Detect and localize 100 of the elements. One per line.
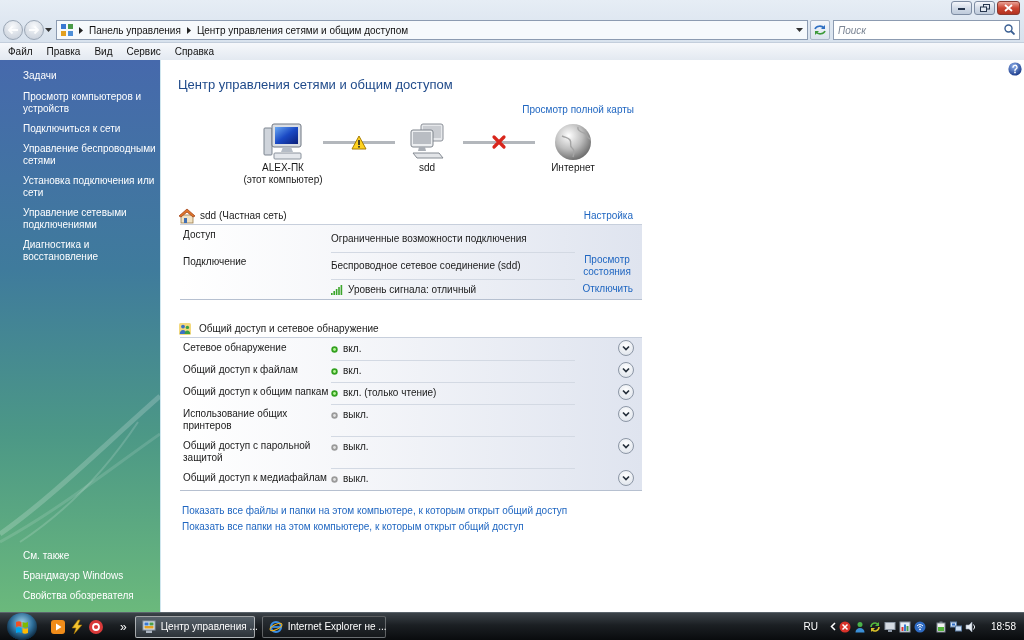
network-name: sdd (Частная сеть) (200, 210, 287, 222)
address-field[interactable]: Панель управления Центр управления сетями и общим доступом (56, 20, 808, 40)
tiles-icon (60, 23, 74, 37)
setting-label: Сетевое обнаружение (183, 342, 287, 353)
taskbar-button[interactable]: Центр управления ... (134, 615, 255, 638)
network-icon[interactable] (949, 620, 962, 633)
warning-icon (351, 135, 367, 150)
speaker-icon[interactable] (964, 620, 977, 633)
node-name: sdd (418, 162, 436, 174)
home-icon (178, 208, 196, 224)
clock[interactable]: 18:58 (990, 621, 1016, 632)
setting-status: выкл. (343, 409, 369, 421)
minimize-button[interactable] (951, 1, 972, 15)
expand-button[interactable] (618, 384, 634, 400)
chevron-left-icon[interactable] (829, 622, 836, 631)
row-label: Подключение (183, 256, 247, 267)
sidebar-heading: См. также (23, 550, 71, 562)
chart-icon[interactable] (898, 620, 911, 633)
refresh-icon (813, 24, 827, 36)
expand-button[interactable] (618, 362, 634, 378)
battery-icon[interactable] (934, 620, 947, 633)
row-value: Уровень сигнала: отличный (348, 283, 477, 296)
caret-icon[interactable] (796, 28, 803, 32)
setting-label: Общий доступ к файлам (183, 364, 298, 375)
sidebar-link[interactable]: Диагностика и восстановление (23, 239, 156, 263)
sidebar-link[interactable]: Установка подключения или сети (23, 175, 156, 199)
setting-label: Общий доступ к медиафайлам (183, 472, 327, 483)
menu-item[interactable]: Вид (87, 43, 120, 60)
language-indicator[interactable]: RU (803, 621, 818, 632)
user-icon[interactable] (853, 620, 866, 633)
chevron-down-icon (622, 411, 630, 417)
chevron-down-icon (622, 475, 630, 481)
section-title: Общий доступ и сетевое обнаружение (199, 323, 379, 335)
sidebar-heading: Задачи (23, 70, 58, 82)
setting-status: выкл. (343, 473, 369, 485)
menu-item[interactable]: Правка (39, 43, 88, 60)
row-value: Беспроводное сетевое соединение (sdd) (331, 260, 521, 272)
expand-button[interactable] (618, 438, 634, 454)
breadcrumb-separator-icon (186, 26, 191, 34)
row-value: Ограниченные возможности подключения (331, 233, 527, 245)
node-name: ALEX-ПК (262, 162, 304, 174)
setting-label: Общий доступ к общим папкам (183, 386, 329, 397)
sync-icon[interactable] (868, 620, 881, 633)
caret-icon[interactable] (45, 28, 52, 32)
play-icon[interactable] (50, 618, 66, 635)
full-map-link[interactable]: Просмотр полной карты (522, 104, 634, 116)
signal-icon (331, 284, 343, 295)
sidebar-link[interactable]: Управление беспроводными сетями (23, 143, 156, 167)
breadcrumb[interactable]: Центр управления сетями и общим доступом (195, 24, 410, 36)
row-label: Доступ (183, 229, 216, 240)
globe-icon (554, 123, 592, 161)
arrow-right-icon (28, 25, 40, 35)
expand-button[interactable] (618, 340, 634, 356)
start-button[interactable] (7, 612, 37, 640)
sidebar-link[interactable]: Управление сетевыми подключениями (23, 207, 156, 231)
menu-item[interactable]: Справка (167, 43, 221, 60)
chevron-down-icon (622, 367, 630, 373)
close-button[interactable] (997, 1, 1020, 15)
setting-label: Общий доступ с парольной защитой (183, 440, 311, 463)
taskbar-button[interactable]: Internet Explorer не ... (261, 615, 386, 638)
expand-button[interactable] (618, 470, 634, 486)
shared-items-link[interactable]: Показать все папки на этом компьютере, к которым открыт общий доступ (182, 521, 524, 533)
setting-status: вкл. (только чтение) (343, 387, 437, 399)
sidebar-link[interactable]: Подключиться к сети (23, 123, 156, 135)
refresh-button[interactable] (810, 20, 830, 40)
round-app-icon[interactable] (88, 618, 104, 635)
chevron-down-icon (622, 389, 630, 395)
restore-icon (979, 4, 990, 12)
row-link[interactable]: Просмотр состояния (581, 253, 633, 278)
shared-items-link[interactable]: Показать все файлы и папки на этом компьютере, к которым открыт общий доступ (182, 505, 568, 517)
settings-link[interactable]: Настройка (583, 210, 633, 222)
monitor-icon[interactable] (883, 620, 896, 633)
lightning-icon[interactable] (69, 618, 85, 635)
browser-icon (268, 619, 283, 634)
arrow-left-icon (7, 25, 19, 35)
restore-button[interactable] (974, 1, 995, 15)
menu-item[interactable]: Сервис (119, 43, 168, 60)
expand-button[interactable] (618, 406, 634, 422)
help-icon[interactable] (1008, 62, 1022, 76)
node-note: (этот компьютер) (243, 174, 323, 186)
menu-item[interactable]: Файл (1, 43, 40, 60)
setting-label: Использование общих принтеров (183, 408, 288, 431)
flag-icon (15, 619, 29, 634)
node-name: Интернет (551, 162, 595, 174)
search-field[interactable]: Поиск (833, 20, 1020, 40)
more-button[interactable]: » (118, 619, 129, 634)
close-icon (1004, 4, 1013, 12)
row-link[interactable]: Отключить (582, 283, 633, 295)
computer-icon (263, 123, 303, 161)
search-icon (1004, 24, 1015, 35)
sidebar-link[interactable]: Просмотр компьютеров и устройств (23, 91, 156, 115)
wireless-icon[interactable] (913, 620, 926, 633)
monitor-icon (141, 619, 156, 634)
error-icon[interactable] (838, 620, 851, 633)
people-icon (179, 323, 191, 335)
setting-status: вкл. (343, 365, 362, 377)
minimize-icon (957, 5, 966, 11)
setting-status: выкл. (343, 441, 369, 453)
breadcrumb[interactable]: Панель управления (88, 24, 182, 36)
computers-icon (407, 123, 447, 161)
